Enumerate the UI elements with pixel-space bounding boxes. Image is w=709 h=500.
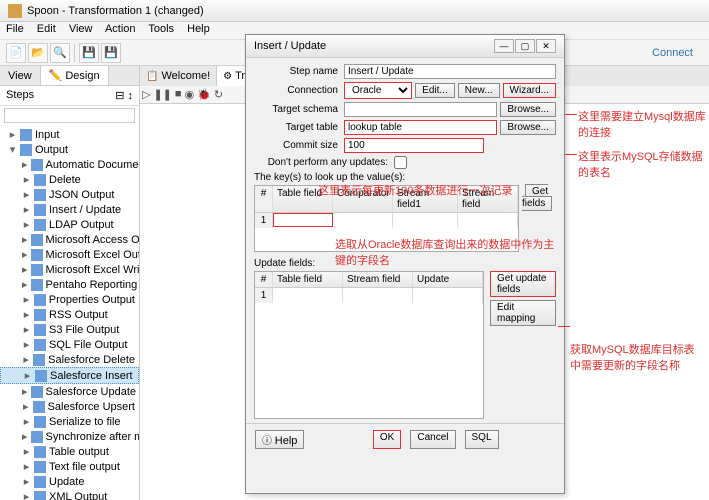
- tree-item[interactable]: ▸Synchronize after m: [0, 429, 139, 444]
- dont-perform-checkbox[interactable]: [394, 156, 407, 169]
- stop-icon[interactable]: ■: [175, 88, 182, 101]
- menu-file[interactable]: File: [6, 23, 24, 35]
- tab-design[interactable]: ✏️Design: [41, 66, 109, 85]
- tree-item[interactable]: ▸XML Output: [0, 489, 139, 500]
- ok-button[interactable]: OK: [373, 430, 401, 449]
- help-button[interactable]: ⓘ Help: [255, 430, 304, 449]
- collapse-icon[interactable]: ⊟ ↕: [115, 89, 133, 102]
- target-schema-input[interactable]: [344, 102, 497, 117]
- replay-icon[interactable]: ↻: [214, 88, 223, 101]
- col-table-field2[interactable]: Table field: [273, 272, 343, 287]
- table-row[interactable]: 1: [255, 213, 518, 228]
- tree-item[interactable]: ▸JSON Output: [0, 187, 139, 202]
- tree-item[interactable]: ▸Salesforce Delete: [0, 352, 139, 367]
- search-input[interactable]: [4, 108, 135, 123]
- steps-header: Steps⊟ ↕: [0, 86, 139, 106]
- explore-button[interactable]: 🔍: [50, 43, 70, 63]
- saveas-button[interactable]: 💾: [101, 43, 121, 63]
- dont-perform-label: Don't perform any updates:: [254, 157, 394, 168]
- tree-item[interactable]: ▸Pentaho Reporting: [0, 277, 139, 292]
- window-titlebar: Spoon - Transformation 1 (changed): [0, 0, 709, 22]
- tree-item[interactable]: ▸S3 File Output: [0, 322, 139, 337]
- annotation-key: 选取从Oracle数据库查询出来的数据中作为主键的字段名: [335, 236, 565, 268]
- wizard-button[interactable]: Wizard...: [503, 83, 556, 98]
- preview-icon[interactable]: ◉: [185, 88, 195, 101]
- step-name-input[interactable]: [344, 64, 556, 79]
- edit-button[interactable]: Edit...: [415, 83, 455, 98]
- commit-size-label: Commit size: [254, 140, 344, 151]
- tab-view[interactable]: View: [0, 66, 41, 85]
- dialog-title: Insert / Update: [254, 40, 326, 52]
- debug-icon[interactable]: 🐞: [197, 88, 211, 101]
- menu-edit[interactable]: Edit: [37, 23, 56, 35]
- table-row[interactable]: 1: [255, 288, 483, 303]
- sql-button[interactable]: SQL: [465, 430, 499, 449]
- close-icon[interactable]: ✕: [536, 39, 556, 53]
- tree-item[interactable]: ▸Serialize to file: [0, 414, 139, 429]
- target-table-label: Target table: [254, 122, 344, 133]
- tree-item[interactable]: ▸LDAP Output: [0, 217, 139, 232]
- tree-item[interactable]: ▸Microsoft Excel Wri: [0, 262, 139, 277]
- menu-tools[interactable]: Tools: [148, 23, 174, 35]
- step-name-label: Step name: [254, 66, 344, 77]
- tree-item[interactable]: ▸Automatic Docume: [0, 157, 139, 172]
- tab-welcome[interactable]: 📋Welcome!: [140, 66, 217, 86]
- tree-item[interactable]: ▸Salesforce Insert: [0, 367, 139, 384]
- save-button[interactable]: 💾: [79, 43, 99, 63]
- annotation-table: 这里表示MySQL存储数据的表名: [578, 148, 708, 180]
- target-table-input[interactable]: [344, 120, 497, 135]
- minimize-icon[interactable]: —: [494, 39, 514, 53]
- annotation-commit: 这里表示每更新100条数据进行一次记录: [318, 182, 518, 198]
- col-stream-field2[interactable]: Stream field: [343, 272, 413, 287]
- tree-item[interactable]: ▸Input: [0, 127, 139, 142]
- menu-view[interactable]: View: [69, 23, 93, 35]
- new-button[interactable]: New...: [458, 83, 500, 98]
- connection-select[interactable]: Oracle: [344, 82, 412, 99]
- run-icon[interactable]: ▷: [142, 88, 150, 101]
- connection-label: Connection: [254, 85, 344, 96]
- connect-link[interactable]: Connect: [652, 47, 693, 59]
- tree-item[interactable]: ▾Output: [0, 142, 139, 157]
- open-button[interactable]: 📂: [28, 43, 48, 63]
- get-update-fields-button[interactable]: Get update fields: [490, 271, 556, 297]
- tree-item[interactable]: ▸Microsoft Excel Out: [0, 247, 139, 262]
- pause-icon[interactable]: ❚❚: [153, 88, 171, 101]
- browse-table-button[interactable]: Browse...: [500, 120, 556, 135]
- steps-tree[interactable]: ▸Input▾Output▸Automatic Docume▸Delete▸JS…: [0, 125, 139, 500]
- tree-item[interactable]: ▸Properties Output: [0, 292, 139, 307]
- edit-mapping-button[interactable]: Edit mapping: [490, 300, 556, 326]
- app-icon: [8, 4, 22, 18]
- annotation-connection: 这里需要建立Mysql数据库的连接: [578, 108, 708, 140]
- cancel-button[interactable]: Cancel: [410, 430, 455, 449]
- tree-item[interactable]: ▸Update: [0, 474, 139, 489]
- annotation-update: 获取MySQL数据库目标表中需要更新的字段名称: [570, 341, 705, 373]
- window-title: Spoon - Transformation 1 (changed): [27, 5, 204, 17]
- new-button[interactable]: 📄: [6, 43, 26, 63]
- target-schema-label: Target schema: [254, 104, 344, 115]
- get-fields-button[interactable]: Get fields: [522, 184, 552, 211]
- menu-action[interactable]: Action: [105, 23, 136, 35]
- col-update[interactable]: Update: [413, 272, 483, 287]
- menu-help[interactable]: Help: [187, 23, 210, 35]
- commit-size-input[interactable]: [344, 138, 484, 153]
- tree-item[interactable]: ▸Delete: [0, 172, 139, 187]
- tree-item[interactable]: ▸Insert / Update: [0, 202, 139, 217]
- tree-item[interactable]: ▸SQL File Output: [0, 337, 139, 352]
- tree-item[interactable]: ▸Table output: [0, 444, 139, 459]
- tree-item[interactable]: ▸Salesforce Upsert: [0, 399, 139, 414]
- tree-item[interactable]: ▸Microsoft Access O: [0, 232, 139, 247]
- tree-item[interactable]: ▸Text file output: [0, 459, 139, 474]
- left-panel: View ✏️Design Steps⊟ ↕ ▸Input▾Output▸Aut…: [0, 66, 140, 500]
- maximize-icon[interactable]: ▢: [515, 39, 535, 53]
- tree-item[interactable]: ▸Salesforce Update: [0, 384, 139, 399]
- tree-item[interactable]: ▸RSS Output: [0, 307, 139, 322]
- browse-schema-button[interactable]: Browse...: [500, 102, 556, 117]
